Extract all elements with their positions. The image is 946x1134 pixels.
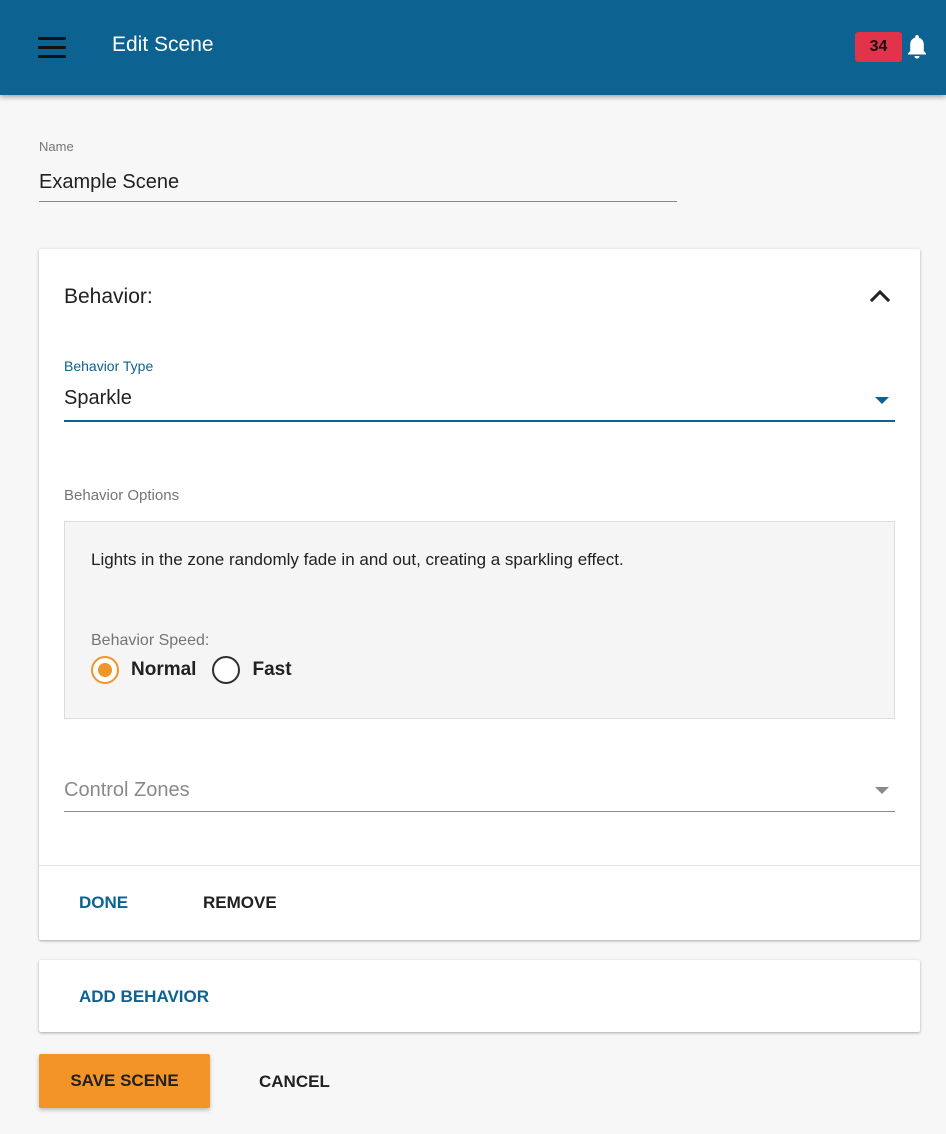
control-zones-placeholder: Control Zones	[64, 779, 190, 801]
add-behavior-card: ADD BEHAVIOR	[39, 960, 920, 1032]
app-bar: Edit Scene 34	[0, 0, 946, 95]
card-divider	[39, 865, 920, 866]
radio-checked-icon[interactable]	[91, 656, 119, 684]
name-field-label: Name	[39, 139, 74, 154]
done-button[interactable]: DONE	[79, 893, 128, 913]
behavior-header: Behavior:	[64, 285, 153, 308]
behavior-type-label: Behavior Type	[64, 358, 154, 374]
save-scene-button[interactable]: SAVE SCENE	[39, 1054, 210, 1108]
behavior-description: Lights in the zone randomly fade in and …	[91, 550, 624, 569]
behavior-speed-radio-group: Normal Fast	[91, 656, 308, 684]
behavior-type-value: Sparkle	[64, 387, 132, 409]
remove-button[interactable]: REMOVE	[203, 893, 277, 913]
dropdown-arrow-icon	[875, 397, 889, 404]
name-input[interactable]	[39, 164, 677, 202]
behavior-options-label: Behavior Options	[64, 487, 180, 504]
speed-option-normal[interactable]: Normal	[91, 656, 196, 684]
chevron-up-icon[interactable]	[869, 287, 891, 305]
page-title: Edit Scene	[112, 33, 214, 56]
behavior-type-select[interactable]: Sparkle	[64, 382, 895, 422]
speed-option-fast[interactable]: Fast	[212, 656, 292, 684]
dropdown-arrow-icon	[875, 787, 889, 794]
behavior-card: Behavior: Behavior Type Sparkle Behavior…	[39, 249, 920, 940]
cancel-button[interactable]: CANCEL	[259, 1072, 330, 1092]
speed-option-label: Fast	[252, 659, 292, 680]
add-behavior-button[interactable]: ADD BEHAVIOR	[79, 987, 209, 1007]
behavior-options-panel: Lights in the zone randomly fade in and …	[64, 521, 895, 719]
radio-unchecked-icon[interactable]	[212, 656, 241, 684]
bell-icon[interactable]	[905, 33, 929, 61]
notification-count-badge[interactable]: 34	[855, 32, 902, 62]
behavior-speed-label: Behavior Speed:	[91, 632, 210, 649]
speed-option-label: Normal	[131, 659, 197, 680]
control-zones-select[interactable]: Control Zones	[64, 769, 895, 812]
hamburger-menu-icon[interactable]	[38, 37, 68, 59]
